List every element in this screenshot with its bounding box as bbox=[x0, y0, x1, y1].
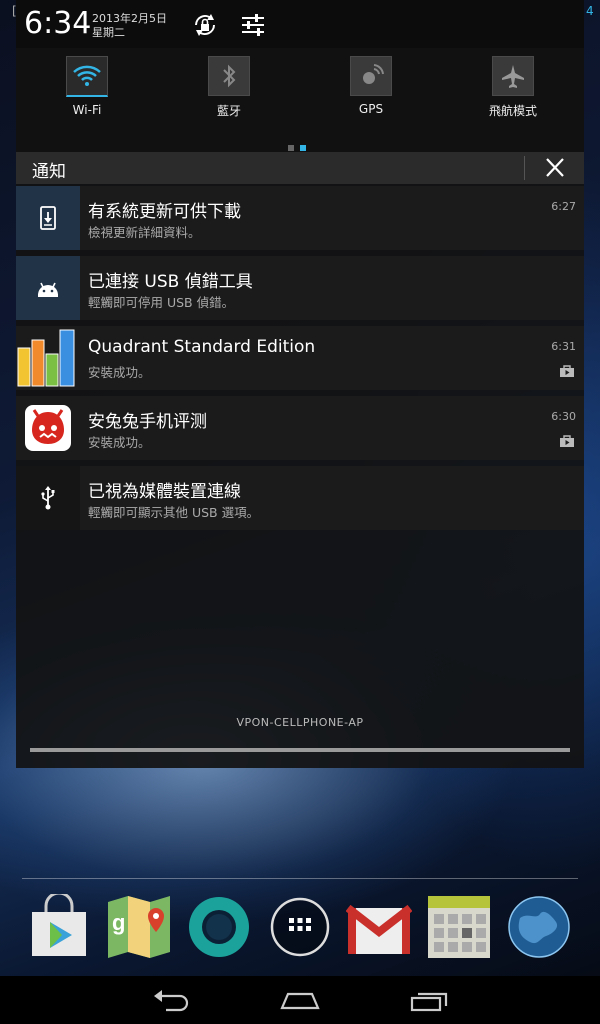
all-apps-button[interactable] bbox=[267, 894, 333, 960]
notification-quadrant[interactable]: Quadrant Standard Edition 安裝成功。 6:31 bbox=[16, 326, 584, 390]
notification-text: 輕觸即可停用 USB 偵錯。 bbox=[88, 295, 235, 310]
rotation-lock-icon[interactable] bbox=[190, 10, 220, 40]
back-icon bbox=[154, 990, 189, 1012]
notifications-title: 通知 bbox=[32, 162, 66, 182]
notification-text: 安裝成功。 bbox=[88, 435, 151, 450]
notification-title: 已視為媒體裝置連線 bbox=[88, 482, 241, 502]
panel-handle[interactable] bbox=[30, 748, 570, 752]
back-button[interactable] bbox=[148, 988, 196, 1014]
notification-title: 安兔兔手机评测 bbox=[88, 412, 207, 432]
wifi-toggle[interactable]: Wi-Fi bbox=[37, 56, 137, 146]
play-store-icon[interactable] bbox=[26, 891, 92, 960]
notification-title: 有系統更新可供下載 bbox=[88, 202, 241, 222]
bluetooth-toggle[interactable]: 藍牙 bbox=[179, 56, 279, 146]
notification-text: 安裝成功。 bbox=[88, 365, 151, 380]
svg-text:g: g bbox=[112, 910, 125, 935]
wifi-label: Wi-Fi bbox=[72, 103, 102, 117]
recents-icon bbox=[410, 992, 448, 1012]
quadrant-app-icon bbox=[16, 326, 80, 390]
airplane-label: 飛航模式 bbox=[488, 104, 537, 118]
notification-system-update[interactable]: 有系統更新可供下載 檢視更新詳細資料。 6:27 bbox=[16, 186, 584, 250]
bluetooth-label: 藍牙 bbox=[216, 104, 241, 118]
notification-antutu[interactable]: 安兔兔手机评测 安裝成功。 6:30 bbox=[16, 396, 584, 460]
wifi-icon bbox=[66, 56, 108, 97]
notification-text: 檢視更新詳細資料。 bbox=[88, 225, 201, 240]
gps-label: GPS bbox=[358, 102, 384, 116]
recents-button[interactable] bbox=[404, 988, 452, 1014]
notification-title: Quadrant Standard Edition bbox=[88, 337, 316, 357]
notification-title: 已連接 USB 偵錯工具 bbox=[88, 272, 253, 292]
bluetooth-icon bbox=[208, 56, 250, 96]
gps-toggle[interactable]: GPS bbox=[321, 56, 421, 146]
system-update-icon bbox=[16, 186, 80, 250]
notifications-header: 通知 bbox=[16, 152, 584, 184]
calendar-icon[interactable] bbox=[426, 894, 492, 960]
weekday-label: 星期二 bbox=[92, 26, 125, 39]
store-bag-icon bbox=[560, 432, 574, 447]
airplane-icon bbox=[492, 56, 534, 96]
airplane-mode-toggle[interactable]: 飛航模式 bbox=[463, 56, 563, 146]
notification-time: 6:27 bbox=[551, 200, 576, 213]
globe-icon[interactable] bbox=[506, 894, 572, 960]
store-bag-icon bbox=[560, 362, 574, 377]
dock-divider bbox=[22, 878, 578, 879]
android-debug-icon bbox=[16, 256, 80, 320]
clock: 6:34 bbox=[24, 6, 92, 41]
home-icon bbox=[280, 992, 320, 1010]
navigation-bar bbox=[0, 976, 600, 1024]
all-apps-icon bbox=[270, 897, 330, 957]
usb-icon bbox=[16, 466, 80, 530]
settings-sliders-icon[interactable] bbox=[238, 10, 268, 40]
gmail-icon[interactable] bbox=[345, 894, 413, 960]
page-dot bbox=[288, 145, 294, 151]
maps-icon[interactable]: g bbox=[106, 894, 172, 960]
header-divider bbox=[524, 156, 525, 180]
clear-all-button[interactable] bbox=[540, 154, 570, 182]
close-icon bbox=[546, 158, 564, 177]
notification-usb-media[interactable]: 已視為媒體裝置連線 輕觸即可顯示其他 USB 選項。 bbox=[16, 466, 584, 530]
notification-time: 6:30 bbox=[551, 410, 576, 423]
antutu-app-icon bbox=[16, 396, 80, 460]
notification-shade-header: 6:34 2013年2月5日 星期二 bbox=[16, 0, 584, 48]
edge-mark-right: 4 bbox=[586, 4, 594, 18]
notification-time: 6:31 bbox=[551, 340, 576, 353]
carrier-label: VPON-CELLPHONE-AP bbox=[236, 716, 364, 729]
notification-usb-debugging[interactable]: 已連接 USB 偵錯工具 輕觸即可停用 USB 偵錯。 bbox=[16, 256, 584, 320]
gps-icon bbox=[350, 56, 392, 96]
chrome-icon[interactable] bbox=[186, 894, 252, 960]
home-button[interactable] bbox=[276, 988, 324, 1014]
notification-text: 輕觸即可顯示其他 USB 選項。 bbox=[88, 505, 260, 520]
page-dot-active bbox=[300, 145, 306, 151]
